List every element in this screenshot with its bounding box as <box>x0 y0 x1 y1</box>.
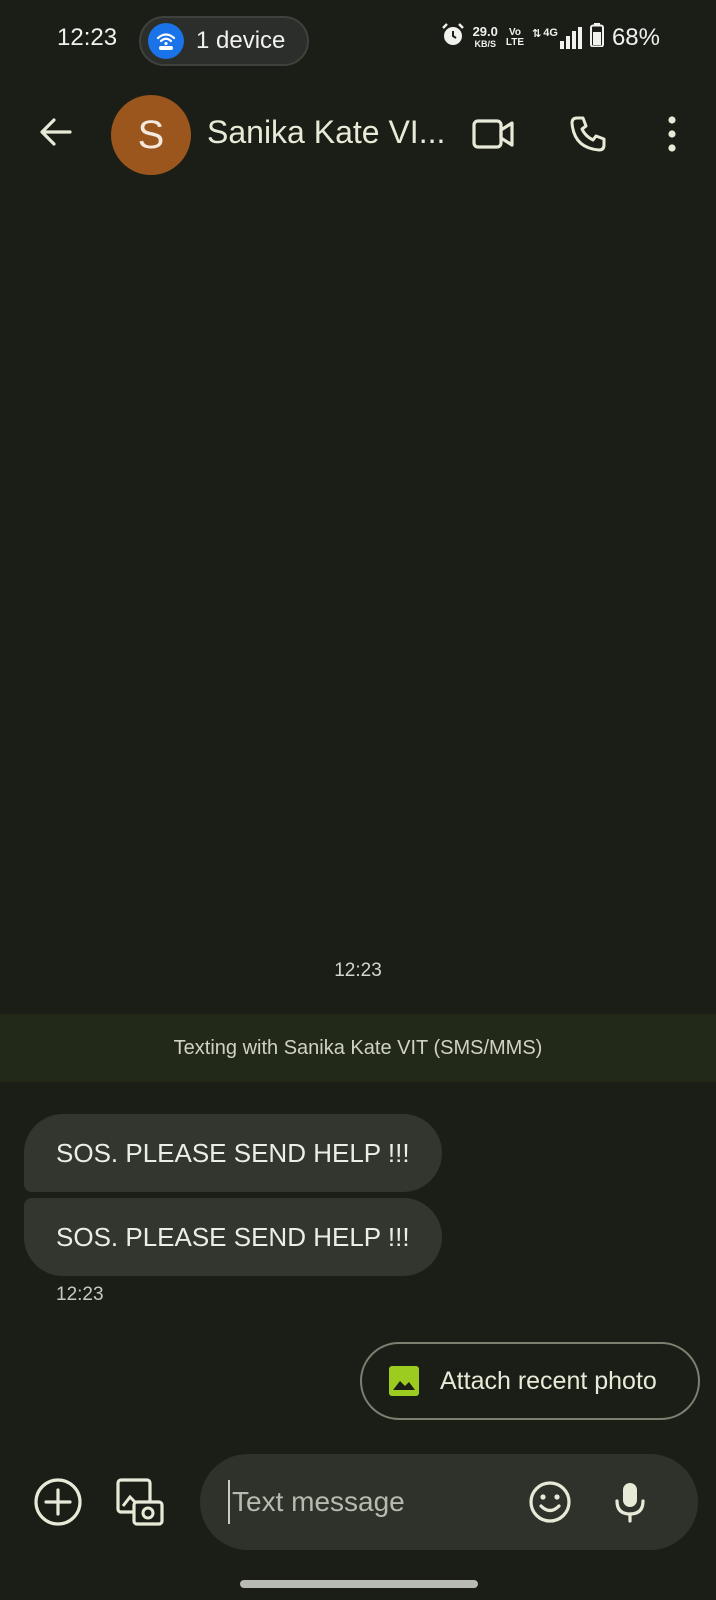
status-time: 12:23 <box>57 24 118 51</box>
gesture-nav-handle[interactable] <box>240 1580 478 1588</box>
gallery-camera-icon <box>116 1478 164 1526</box>
network-type: 4G <box>543 26 558 39</box>
message-timestamp: 12:23 <box>56 1284 104 1305</box>
add-attachment-button[interactable] <box>30 1474 86 1530</box>
volte-bottom: LTE <box>505 36 525 48</box>
microphone-icon <box>615 1483 645 1523</box>
video-camera-icon <box>472 119 514 149</box>
status-icons: 29.0 KB/S Vo LTE ⇅ 4G 68% <box>441 22 660 53</box>
voice-input-button[interactable] <box>602 1474 658 1530</box>
emoji-button[interactable] <box>522 1474 578 1530</box>
more-options-button[interactable] <box>644 106 700 162</box>
message-text: SOS. PLEASE SEND HELP !!! <box>56 1221 410 1252</box>
incoming-message-bubble[interactable]: SOS. PLEASE SEND HELP !!! <box>24 1198 442 1276</box>
phone-call-button[interactable] <box>560 106 616 162</box>
arrow-back-icon <box>40 118 72 146</box>
emoji-icon <box>529 1481 571 1523</box>
image-icon <box>389 1366 419 1396</box>
net-speed-unit: KB/S <box>474 38 496 49</box>
texting-info-banner: Texting with Sanika Kate VIT (SMS/MMS) <box>0 1014 716 1082</box>
hotspot-icon <box>148 23 184 59</box>
message-text: SOS. PLEASE SEND HELP !!! <box>56 1137 410 1168</box>
compose-box <box>200 1454 698 1550</box>
signal-icon: ⇅ 4G <box>532 26 582 49</box>
volte-icon: Vo LTE <box>505 27 525 48</box>
alarm-icon <box>441 22 465 53</box>
contact-avatar[interactable]: S <box>111 95 191 175</box>
text-message-input[interactable] <box>228 1480 522 1524</box>
contact-name[interactable]: Sanika Kate VI... <box>207 114 445 151</box>
video-call-button[interactable] <box>465 106 521 162</box>
gallery-camera-button[interactable] <box>112 1474 168 1530</box>
attach-recent-photo-chip[interactable]: Attach recent photo <box>360 1342 700 1420</box>
conversation-timestamp: 12:23 <box>334 960 382 981</box>
hotspot-indicator[interactable]: 1 device <box>139 16 309 66</box>
incoming-message-bubble[interactable]: SOS. PLEASE SEND HELP !!! <box>24 1114 442 1192</box>
battery-icon <box>589 23 604 52</box>
battery-percent: 68% <box>611 23 660 51</box>
hotspot-label: 1 device <box>196 27 286 54</box>
net-speed: 29.0 KB/S <box>472 23 498 50</box>
add-circle-icon <box>34 1478 82 1526</box>
attach-recent-photo-label: Attach recent photo <box>440 1366 657 1395</box>
texting-info-text: Texting with Sanika Kate VIT (SMS/MMS) <box>173 1036 543 1059</box>
back-button[interactable] <box>32 108 80 156</box>
net-speed-value: 29.0 <box>472 23 498 39</box>
phone-icon <box>570 116 606 152</box>
more-vert-icon <box>668 116 676 152</box>
